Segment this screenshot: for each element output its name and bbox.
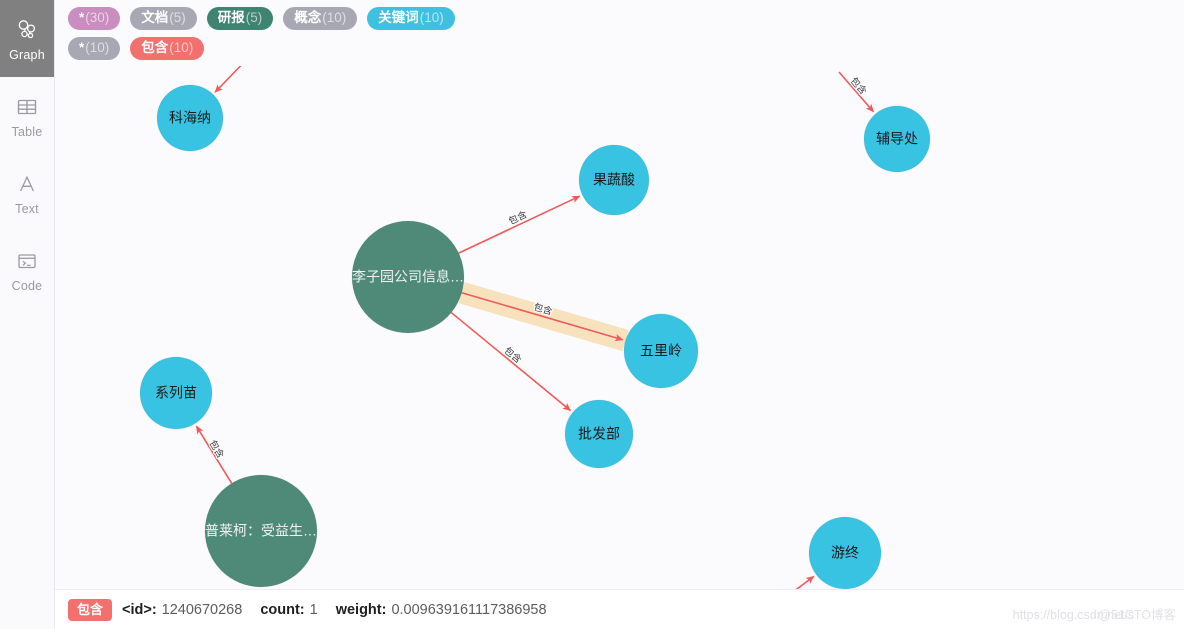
graph-node-n2[interactable]: [863, 105, 931, 173]
graph-node-n6[interactable]: [564, 399, 634, 469]
graph-edge[interactable]: [461, 291, 624, 342]
status-field-weight-value: 0.009639161117386958: [391, 601, 547, 618]
status-field-weight: weight: 0.009639161117386958: [336, 602, 547, 618]
node-type-pill-1-count: (5): [169, 10, 186, 25]
node-type-pill-3[interactable]: 概念 (10): [283, 7, 358, 30]
node-type-pill-4[interactable]: 关键词 (10): [367, 7, 455, 30]
graph-edge-label: 包含: [207, 438, 227, 461]
sidebar-item-text-label: Text: [15, 202, 39, 216]
graph-edge[interactable]: [458, 195, 581, 254]
text-icon: [15, 169, 39, 199]
node-type-pill-4-label: 关键词: [378, 10, 419, 25]
graph-canvas[interactable]: 科海纳 辅导处 果蔬酸 李子园公司信息… 五里岭 批发部 系列苗 普莱柯：受益生… 游终 包含包…: [54, 0, 1184, 590]
graph-node-n7[interactable]: [139, 356, 213, 430]
edge-type-pill-0[interactable]: * (10): [68, 37, 121, 60]
node-type-filters: * (30) 文档 (5) 研报 (5) 概念 (10) 关键词 (10): [68, 7, 1184, 30]
graph-node-n4[interactable]: [351, 220, 465, 334]
graph-node-n5[interactable]: [623, 313, 699, 389]
node-layer[interactable]: 科海纳辅导处果蔬酸李子园公司信息…五里岭批发部系列苗普莱柯：受益生…游终: [139, 84, 931, 590]
node-type-pill-0-count: (30): [85, 10, 110, 25]
node-type-pill-0-label: *: [79, 10, 85, 25]
filter-pill-bar: * (30) 文档 (5) 研报 (5) 概念 (10) 关键词 (10) * (10) 包含 (10): [54, 0, 1184, 66]
sidebar-item-text[interactable]: Text: [0, 154, 54, 231]
status-field-count-value: 1: [309, 601, 318, 618]
status-field-weight-key: weight:: [335, 601, 387, 618]
sidebar-item-table[interactable]: Table: [0, 77, 54, 154]
sidebar-item-graph-label: Graph: [9, 48, 45, 62]
graph-edge[interactable]: [789, 575, 815, 590]
status-field-id-value: 1240670268: [161, 601, 243, 618]
node-type-pill-2[interactable]: 研报 (5): [206, 7, 274, 30]
node-type-pill-4-count: (10): [419, 10, 444, 25]
node-type-pill-1[interactable]: 文档 (5): [130, 7, 197, 30]
graph-node-n1[interactable]: [156, 84, 224, 152]
edge-type-pill-0-count: (10): [85, 40, 110, 55]
status-field-id-key: <id>:: [122, 601, 157, 618]
node-type-pill-3-count: (10): [322, 10, 347, 25]
status-field-id: <id>: 1240670268: [122, 602, 242, 618]
graph-edge[interactable]: [195, 425, 233, 484]
status-badge: 包含: [68, 598, 113, 621]
left-sidebar: Graph Table Text Code: [0, 0, 55, 629]
graph-node-n3[interactable]: [578, 144, 650, 216]
graph-node-n9[interactable]: [808, 516, 882, 590]
status-field-count-key: count:: [260, 601, 305, 618]
graph-edge[interactable]: [838, 71, 875, 113]
graph-explorer-app: Graph Table Text Code 科海纳 辅导处 果蔬酸 李子园公司信…: [0, 0, 1184, 629]
node-type-pill-2-count: (5): [245, 10, 263, 25]
sidebar-item-code[interactable]: Code: [0, 231, 54, 308]
node-type-pill-1-label: 文档: [141, 10, 169, 25]
edge-type-pill-0-label: *: [79, 40, 85, 55]
node-type-pill-0[interactable]: * (30): [68, 7, 121, 30]
sidebar-item-graph[interactable]: Graph: [0, 0, 54, 77]
table-icon: [15, 92, 39, 122]
selection-status-bar: 包含 <id>: 1240670268 count: 1 weight: 0.0…: [54, 589, 1184, 629]
graph-icon: [15, 15, 39, 45]
code-icon: [15, 246, 39, 276]
edge-type-pill-1-label: 包含: [141, 40, 169, 55]
edge-label-layer: 包含包含包含包含包含: [205, 74, 871, 463]
edge-type-filters: * (10) 包含 (10): [68, 37, 1184, 60]
graph-node-n8[interactable]: [204, 474, 318, 588]
sidebar-item-code-label: Code: [11, 279, 43, 293]
graph-svg[interactable]: 科海纳辅导处果蔬酸李子园公司信息…五里岭批发部系列苗普莱柯：受益生…游终 包含包…: [54, 0, 1184, 590]
node-type-pill-2-label: 研报: [217, 10, 245, 25]
edge-type-pill-1-count: (10): [169, 40, 194, 55]
node-type-pill-3-label: 概念: [294, 10, 322, 25]
edge-type-pill-1[interactable]: 包含 (10): [130, 37, 205, 60]
sidebar-item-table-label: Table: [11, 125, 43, 139]
status-field-count: count: 1: [260, 602, 317, 618]
